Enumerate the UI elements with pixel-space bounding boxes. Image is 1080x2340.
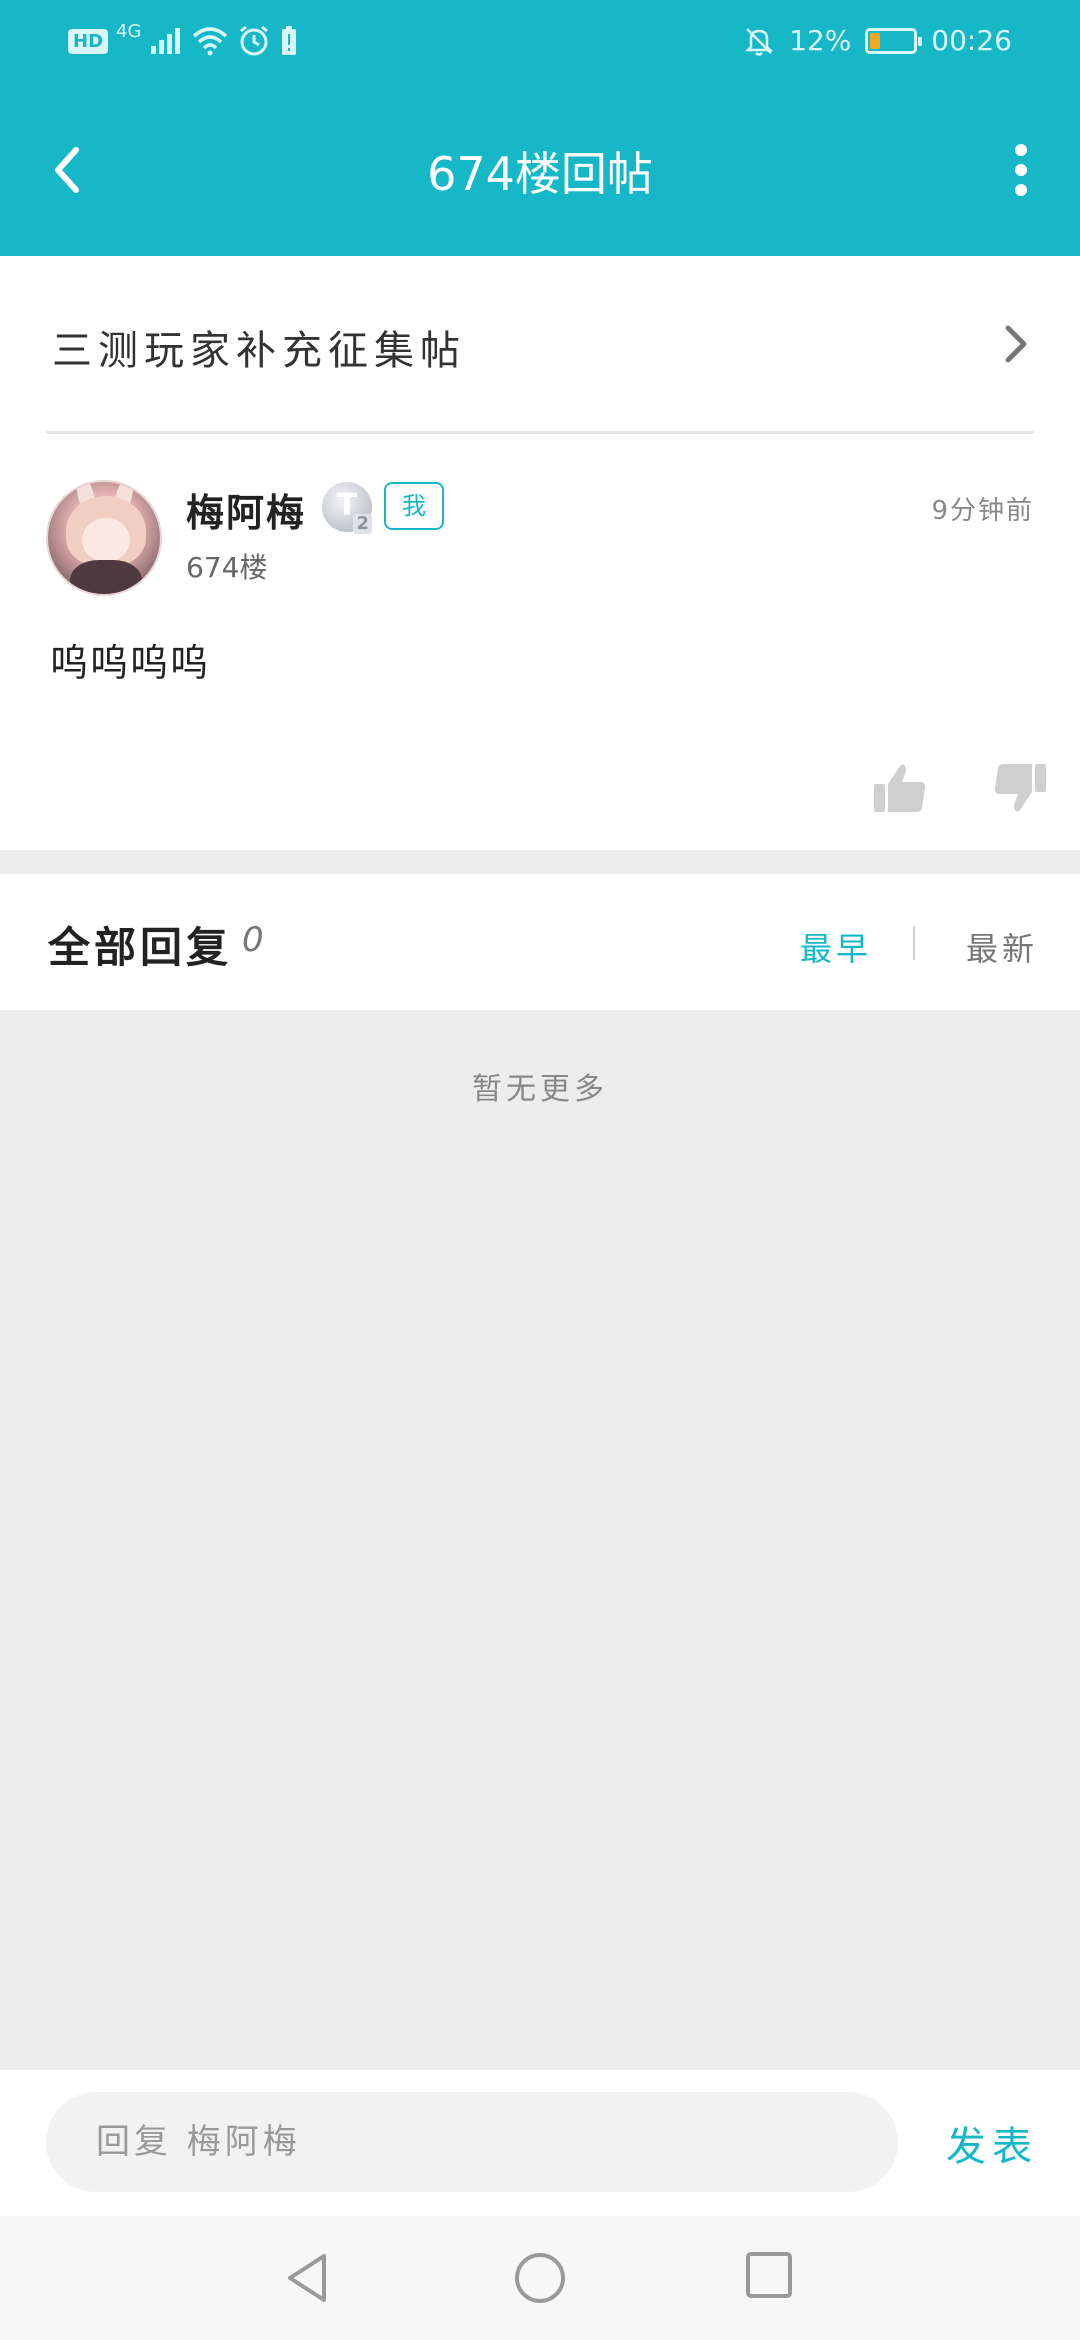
thumbs-down-icon[interactable] (992, 760, 1048, 816)
battery-alert-icon (282, 26, 297, 55)
post-time: 9分钟前 (931, 496, 1034, 526)
post-body: 呜呜呜呜 (50, 641, 211, 685)
clock: 00:26 (931, 24, 1012, 57)
empty-state-text: 暂无更多 (472, 1072, 608, 1107)
replies-count: 0 (242, 920, 264, 960)
chevron-right-icon (1005, 325, 1027, 363)
thumbs-up-icon[interactable] (872, 760, 928, 816)
nav-home-icon[interactable] (512, 2250, 568, 2306)
more-vertical-icon[interactable] (996, 140, 1046, 200)
replies-list: 暂无更多 (0, 1010, 1080, 2070)
post-card: 梅阿梅 T 2 我 674楼 9分钟前 呜呜呜呜 (0, 434, 1080, 850)
status-bar: HD 4G 12% 00:26 (0, 0, 1080, 90)
send-button[interactable]: 发表 (946, 2114, 1038, 2172)
signal-icon (151, 28, 181, 54)
top-bar: HD 4G 12% 00:26 674楼回帖 (0, 0, 1080, 256)
avatar-face (82, 518, 130, 562)
floor-label: 674楼 (186, 551, 268, 584)
header: 674楼回帖 (0, 110, 1080, 230)
replies-title: 全部回复 (48, 923, 233, 972)
avatar[interactable] (46, 480, 162, 596)
battery-level (870, 32, 881, 49)
hd-badge: HD (68, 28, 109, 54)
username[interactable]: 梅阿梅 (186, 482, 306, 537)
sort-earliest-button[interactable]: 最早 (800, 924, 872, 970)
sort-separator (913, 926, 915, 960)
thread-link[interactable]: 三测玩家补充征集帖 (0, 256, 1080, 434)
avatar-body (70, 560, 142, 594)
sort-latest-button[interactable]: 最新 (966, 924, 1038, 970)
thread-title: 三测玩家补充征集帖 (52, 328, 466, 374)
replies-header: 全部回复 0 最早 最新 (0, 874, 1080, 1010)
reply-bar: 发表 (0, 2070, 1080, 2216)
alarm-icon (240, 25, 269, 56)
wifi-icon (193, 27, 228, 56)
battery-percent: 12% (789, 24, 852, 57)
network-type: 4G (116, 20, 142, 42)
battery-icon (865, 27, 923, 54)
nav-back-icon[interactable] (280, 2250, 336, 2306)
level-number: 2 (353, 514, 372, 534)
system-nav-bar (0, 2216, 1080, 2340)
me-tag: 我 (384, 482, 444, 530)
app-root: HD 4G 12% 00:26 674楼回帖 三测玩家补充征集帖 梅阿梅 T 2… (0, 0, 1080, 2340)
page-title: 674楼回帖 (427, 147, 653, 201)
level-badge: T 2 (322, 482, 372, 534)
status-right: 12% 00:26 (743, 24, 1012, 57)
section-gap (0, 850, 1080, 874)
reply-input[interactable] (46, 2092, 898, 2192)
bell-off-icon (745, 27, 774, 56)
nav-recent-apps-icon[interactable] (744, 2250, 794, 2300)
status-left: HD 4G (68, 20, 299, 58)
